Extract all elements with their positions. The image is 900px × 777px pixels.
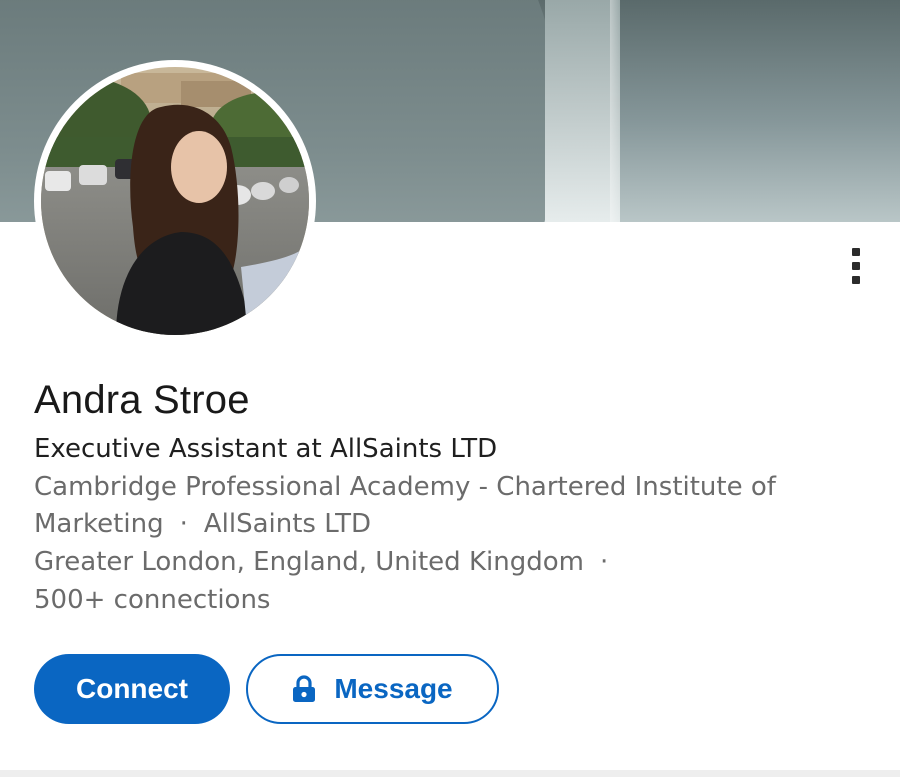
profile-card: Andra Stroe Executive Assistant at AllSa… xyxy=(0,0,900,777)
profile-avatar[interactable] xyxy=(34,60,316,342)
profile-name: Andra Stroe xyxy=(34,378,250,422)
profile-location: Greater London, England, United Kingdom xyxy=(34,547,584,577)
more-options-button[interactable] xyxy=(836,238,876,294)
location-line: Greater London, England, United Kingdom · xyxy=(34,547,624,577)
connect-button[interactable]: Connect xyxy=(34,654,230,724)
cover-light-band xyxy=(545,0,620,222)
lock-icon xyxy=(292,675,316,703)
connect-button-label: Connect xyxy=(76,673,188,704)
current-company-link[interactable]: AllSaints LTD xyxy=(204,509,371,539)
avatar-photo xyxy=(41,67,309,335)
cover-shape-right xyxy=(620,0,900,222)
cover-band-edge xyxy=(610,0,620,222)
more-vertical-icon-dot xyxy=(852,276,860,284)
message-button-label: Message xyxy=(334,673,453,704)
avatar-photo-illustration xyxy=(41,67,309,335)
more-vertical-icon-dot xyxy=(852,262,860,270)
message-button[interactable]: Message xyxy=(246,654,499,724)
separator-dot: · xyxy=(599,547,609,577)
education-line-continued[interactable]: Marketing xyxy=(34,509,164,539)
profile-headline: Executive Assistant at AllSaints LTD xyxy=(34,434,498,464)
separator-dot: · xyxy=(179,509,188,539)
education-company-line: Marketing · AllSaints LTD xyxy=(34,509,371,539)
education-line[interactable]: Cambridge Professional Academy - Charter… xyxy=(34,472,776,502)
more-vertical-icon-dot xyxy=(852,248,860,256)
connections-count[interactable]: 500+ connections xyxy=(34,585,270,615)
section-divider xyxy=(0,770,900,777)
